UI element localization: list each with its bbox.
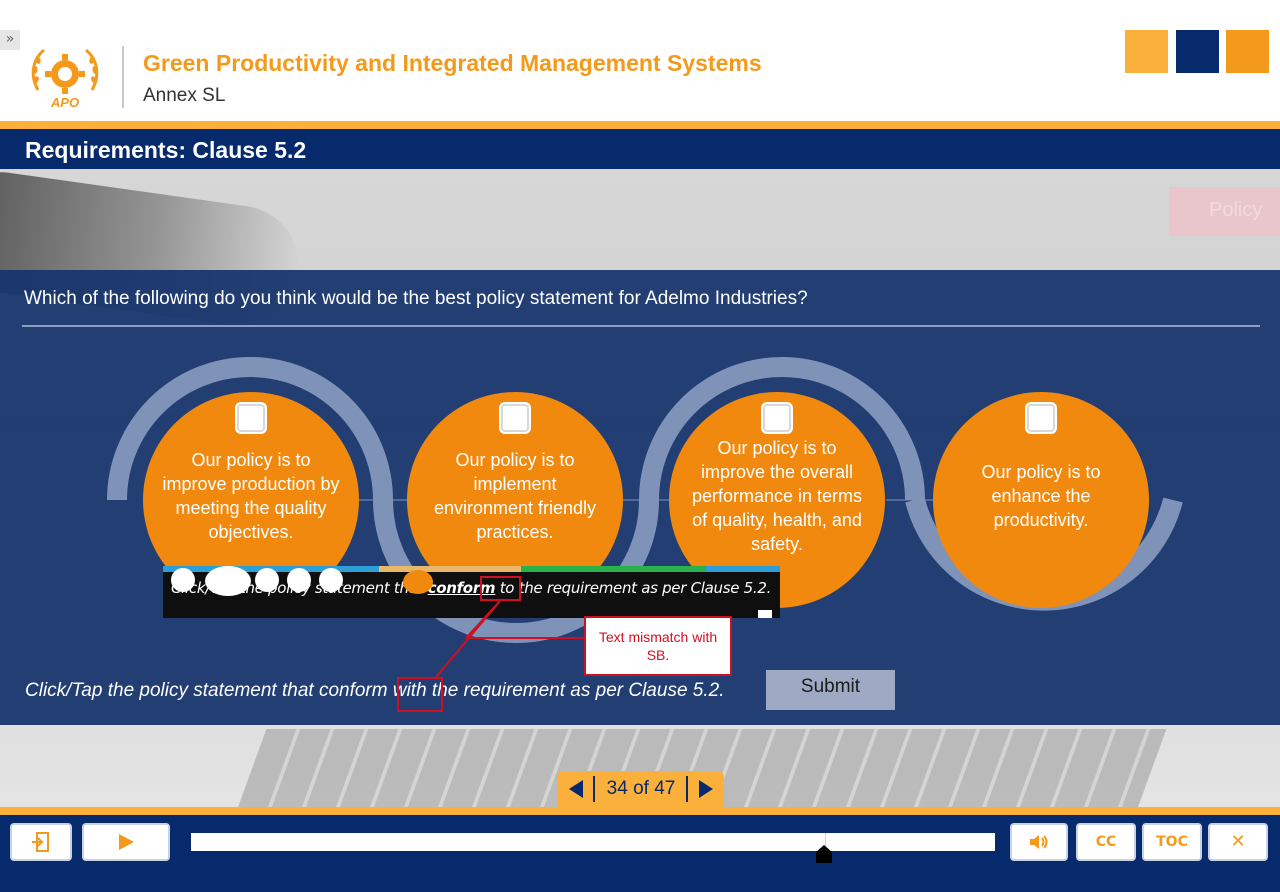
- page-counter-label: 34 of 47: [606, 778, 676, 799]
- page-counter: 34 of 47: [557, 771, 724, 807]
- counter-separator-left: [593, 776, 595, 802]
- table-of-contents-button[interactable]: TOC: [1142, 823, 1202, 861]
- volume-button[interactable]: [1010, 823, 1068, 861]
- next-slide-button[interactable]: [699, 780, 713, 798]
- course-player: » APO Green Productivity and Integrated …: [0, 0, 1280, 892]
- close-button[interactable]: ✕: [1208, 823, 1268, 861]
- previous-slide-button[interactable]: [569, 780, 583, 798]
- player-rule: [0, 807, 1280, 815]
- close-icon: ✕: [1230, 831, 1246, 852]
- player-bar: CC TOC ✕: [0, 815, 1280, 892]
- closed-captions-button[interactable]: CC: [1076, 823, 1136, 861]
- exit-icon: [32, 832, 49, 852]
- counter-separator-right: [686, 776, 688, 802]
- callout-leader-lines: [435, 600, 584, 678]
- volume-icon: [1030, 835, 1048, 849]
- play-button[interactable]: [82, 823, 170, 861]
- progress-fill: [191, 833, 827, 851]
- progress-bar[interactable]: [191, 833, 995, 851]
- exit-button[interactable]: [10, 823, 72, 861]
- review-callout: Text mismatch with SB.: [584, 616, 732, 676]
- scrubber-handle[interactable]: [816, 845, 832, 863]
- play-icon: [119, 834, 134, 850]
